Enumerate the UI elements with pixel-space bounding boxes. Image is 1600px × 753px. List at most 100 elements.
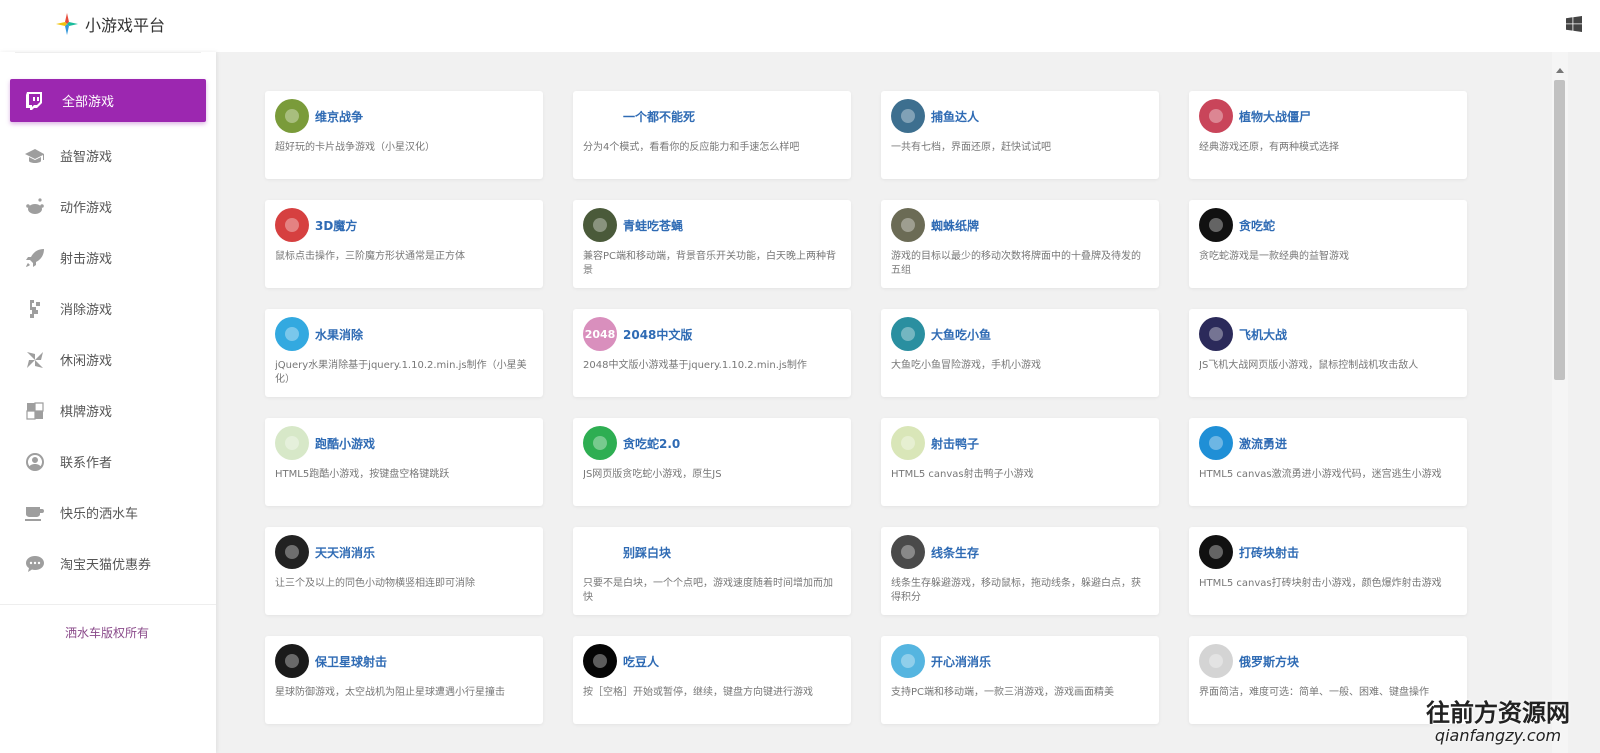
duck-icon[interactable]	[891, 426, 925, 460]
game-card[interactable]: 水果消除 jQuery水果消除基于jquery.1.10.2.min.js制作（小…	[265, 309, 543, 397]
game-card[interactable]: 别踩白块 只要不是白块，一个个点吧，游戏速度随着时间增加而加快	[573, 527, 851, 615]
game-card[interactable]: 捕鱼达人一共有七档，界面还原，赶快试试吧	[881, 91, 1159, 179]
app-logo[interactable]: 小游戏平台	[55, 12, 165, 36]
game-description: JS网页版贪吃蛇小游戏，原生JS	[583, 469, 722, 480]
scroll-thumb[interactable]	[1554, 80, 1565, 380]
avatar-glyph	[1209, 545, 1223, 559]
game-card-header: 跑酷小游戏	[275, 426, 533, 460]
game-title-link[interactable]: 捕鱼达人	[931, 108, 979, 125]
plane-icon[interactable]	[1199, 317, 1233, 351]
game-card[interactable]: 蜘蛛纸牌 游戏的目标以最少的移动次数将牌面中的十叠牌及待发的五组	[881, 200, 1159, 288]
game-title-link[interactable]: 水果消除	[315, 326, 363, 343]
game-title-link[interactable]: 维京战争	[315, 108, 363, 125]
sidebar-item-puzzle-games[interactable]: 益智游戏	[0, 130, 216, 181]
fruit-icon[interactable]	[275, 317, 309, 351]
windows-icon[interactable]	[1566, 16, 1582, 32]
viking-icon[interactable]	[275, 99, 309, 133]
game-title-link[interactable]: 激流勇进	[1239, 435, 1287, 452]
avatar-glyph	[901, 436, 915, 450]
game-title-link[interactable]: 植物大战僵尸	[1239, 108, 1311, 125]
game-title-link[interactable]: 跑酷小游戏	[315, 435, 375, 452]
game-title-link[interactable]: 贪吃蛇2.0	[623, 435, 680, 452]
game-card[interactable]: 射击鸭子 HTML5 canvas射击鸭子小游戏	[881, 418, 1159, 506]
game-description: 一共有七档，界面还原，赶快试试吧	[891, 142, 1051, 153]
match3-icon[interactable]	[275, 535, 309, 569]
game-title-link[interactable]: 开心消消乐	[931, 653, 991, 670]
game-card[interactable]: 贪吃蛇 贪吃蛇游戏是一款经典的益智游戏	[1189, 200, 1467, 288]
game-title-link[interactable]: 2048中文版	[623, 326, 692, 343]
game-card[interactable]: 一个都不能死 分为4个模式，看看你的反应能力和手速怎么样吧	[573, 91, 851, 179]
sidebar-item-label: 全部游戏	[62, 95, 115, 110]
game-card[interactable]: 保卫星球射击 星球防御游戏，太空战机为阻止星球遭遇小行星撞击	[265, 636, 543, 724]
game-title-link[interactable]: 线条生存	[931, 544, 979, 561]
snake-icon[interactable]	[1199, 208, 1233, 242]
avatar-glyph	[901, 654, 915, 668]
game-card[interactable]: 大鱼吃小鱼 大鱼吃小鱼冒险游戏，手机小游戏	[881, 309, 1159, 397]
game-title-link[interactable]: 射击鸭子	[931, 435, 979, 452]
piano-icon[interactable]	[583, 535, 617, 569]
pacman-icon[interactable]	[583, 644, 617, 678]
game-card[interactable]: 开心消消乐 支持PC端和移动端，一款三消游戏，游戏画面精美	[881, 636, 1159, 724]
runner-icon[interactable]	[583, 99, 617, 133]
sidebar-item-casual-games[interactable]: 休闲游戏	[0, 334, 216, 385]
game-card-header: 射击鸭子	[891, 426, 1149, 460]
game-card[interactable]: 植物大战僵尸 经典游戏还原，有两种模式选择	[1189, 91, 1467, 179]
game-title-link[interactable]: 飞机大战	[1239, 326, 1287, 343]
rapids-icon[interactable]	[1199, 426, 1233, 460]
game-card[interactable]: 线条生存 线条生存躲避游戏，移动鼠标，拖动线条，躲避白点，获得积分	[881, 527, 1159, 615]
game-title-link[interactable]: 俄罗斯方块	[1239, 653, 1299, 670]
sidebar-item-label: 快乐的洒水车	[60, 507, 139, 522]
sidebar-item-board-games[interactable]: 棋牌游戏	[0, 385, 216, 436]
cards-icon[interactable]	[891, 208, 925, 242]
fish-icon[interactable]	[891, 99, 925, 133]
sidebar-item-label: 淘宝天猫优惠券	[60, 558, 152, 573]
sidebar-item-coupons[interactable]: 淘宝天猫优惠券	[0, 538, 216, 589]
sidebar-item-shooting-games[interactable]: 射击游戏	[0, 232, 216, 283]
game-description: 让三个及以上的同色小动物横竖相连即可消除	[275, 578, 475, 589]
pvz-icon[interactable]	[1199, 99, 1233, 133]
game-card[interactable]: 3D魔方 鼠标点击操作，三阶魔方形状通常是正方体	[265, 200, 543, 288]
parkour-icon[interactable]	[275, 426, 309, 460]
game-title-link[interactable]: 别踩白块	[623, 544, 671, 561]
game-title-link[interactable]: 青蛙吃苍蝇	[623, 217, 683, 234]
sidebar-item-elimination-games[interactable]: 消除游戏	[0, 283, 216, 334]
game-title-link[interactable]: 贪吃蛇	[1239, 217, 1275, 234]
snake2-icon[interactable]	[583, 426, 617, 460]
line-icon[interactable]	[891, 535, 925, 569]
tetris-icon[interactable]	[1199, 644, 1233, 678]
game-card[interactable]: 激流勇进 HTML5 canvas激流勇进小游戏代码，迷宫逃生小游戏	[1189, 418, 1467, 506]
game-card[interactable]: 2048 2048中文版 2048中文版小游戏基于jquery.1.10.2.min…	[573, 309, 851, 397]
avatar-glyph	[901, 545, 915, 559]
2048-icon[interactable]: 2048	[583, 317, 617, 351]
game-card[interactable]: 天天消消乐让三个及以上的同色小动物横竖相连即可消除	[265, 527, 543, 615]
sidebar-item-contact-author[interactable]: 联系作者	[0, 436, 216, 487]
game-card-header: 天天消消乐	[275, 535, 533, 569]
game-card[interactable]: 维京战争 超好玩的卡片战争游戏（小星汉化）	[265, 91, 543, 179]
game-title-link[interactable]: 打砖块射击	[1239, 544, 1299, 561]
sidebar-item-sprinkler[interactable]: 快乐的洒水车	[0, 487, 216, 538]
game-title-link[interactable]: 吃豆人	[623, 653, 659, 670]
game-card[interactable]: 贪吃蛇2.0 JS网页版贪吃蛇小游戏，原生JS	[573, 418, 851, 506]
sidebar-item-all-games[interactable]: 全部游戏	[10, 79, 206, 122]
cube-icon[interactable]	[275, 208, 309, 242]
sidebar-item-action-games[interactable]: 动作游戏	[0, 181, 216, 232]
sidebar: 全部游戏 益智游戏 动作游戏 射击游戏 消除游戏 休闲游戏 棋牌游戏 联系作者	[0, 52, 216, 753]
game-card[interactable]: 打砖块射击 HTML5 canvas打砖块射击小游戏，颜色爆炸射击游戏	[1189, 527, 1467, 615]
game-title-link[interactable]: 3D魔方	[315, 217, 357, 234]
game-card[interactable]: 吃豆人 按［空格］开始或暂停，继续，键盘方向键进行游戏	[573, 636, 851, 724]
scroll-up-arrow-icon[interactable]	[1556, 68, 1564, 73]
game-title-link[interactable]: 保卫星球射击	[315, 653, 387, 670]
game-title-link[interactable]: 蜘蛛纸牌	[931, 217, 979, 234]
bigfish-icon[interactable]	[891, 317, 925, 351]
game-card[interactable]: 飞机大战 JS飞机大战网页版小游戏，鼠标控制战机攻击敌人	[1189, 309, 1467, 397]
brick-icon[interactable]	[1199, 535, 1233, 569]
game-title-link[interactable]: 天天消消乐	[315, 544, 375, 561]
planet-icon[interactable]	[275, 644, 309, 678]
game-title-link[interactable]: 大鱼吃小鱼	[931, 326, 991, 343]
game-card[interactable]: 青蛙吃苍蝇 兼容PC端和移动端，背景音乐开关功能，白天晚上两种背景	[573, 200, 851, 288]
frog-icon[interactable]	[583, 208, 617, 242]
happy-match-icon[interactable]	[891, 644, 925, 678]
game-card[interactable]: 跑酷小游戏 HTML5跑酷小游戏，按键盘空格键跳跃	[265, 418, 543, 506]
game-title-link[interactable]: 一个都不能死	[623, 108, 695, 125]
scrollbar[interactable]	[1552, 52, 1568, 753]
